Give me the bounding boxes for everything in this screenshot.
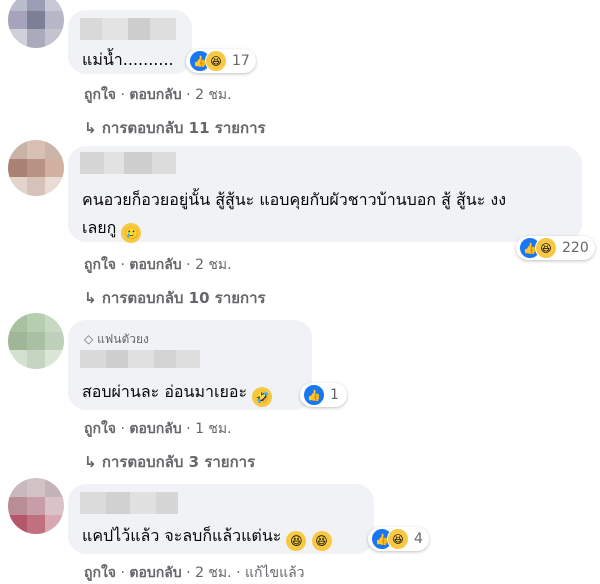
reply-arrow-icon: ↳ [84,119,97,137]
comment-actions: ถูกใจ · ตอบกลับ · 2 ชม. [84,84,232,106]
separator: · [186,257,191,273]
commenter-avatar[interactable] [8,478,64,534]
commenter-name[interactable] [80,492,178,514]
comment-text-line-1: คนอวยก็อวยอยู่นั้น สู้สู้นะ แอบคุยกับผัว… [82,190,507,209]
edited-label: แก้ไขแล้ว [244,565,305,581]
like-button[interactable]: ถูกใจ [84,565,116,581]
comment-actions: ถูกใจ · ตอบกลับ · 2 ชม. · แก้ไขแล้ว [84,562,305,584]
reaction-summary[interactable]: 👍 1 [300,383,347,407]
comment-time[interactable]: 2 ชม. [195,87,232,103]
commenter-name[interactable] [80,350,200,368]
reply-button[interactable]: ตอบกลับ [129,421,181,437]
rolling-laughing-icon: 🤣 [252,387,273,407]
view-replies-link[interactable]: ↳ การตอบกลับ 11 รายการ [84,116,266,140]
commenter-avatar[interactable] [8,0,64,48]
reaction-count: 1 [330,387,339,403]
reply-arrow-icon: ↳ [84,453,97,471]
comment-actions: ถูกใจ · ตอบกลับ · 2 ชม. [84,254,232,276]
grinning-squint-icon: 😆 [286,531,307,551]
comment-text-line: แคปไว้แล้ว จะลบก็แล้วแต่นะ 😆 😆 [82,522,332,551]
haha-reaction-icon: 😆 [387,528,409,550]
fan-badge: ◇ แฟนตัวยง [84,330,149,349]
comment-text-line-2: เลยกู 🥲 [82,214,142,243]
badge-label: แฟนตัวยง [97,332,149,346]
comment-actions: ถูกใจ · ตอบกลับ · 1 ชม. [84,418,232,440]
comment-time[interactable]: 1 ชม. [195,421,232,437]
comment-text: แคปไว้แล้ว จะลบก็แล้วแต่นะ [82,526,282,545]
reply-button[interactable]: ตอบกลับ [129,87,181,103]
reply-arrow-icon: ↳ [84,289,97,307]
comment-text: เลยกู [82,218,117,237]
separator: · [186,565,191,581]
commenter-avatar[interactable] [8,140,64,196]
commenter-avatar[interactable] [8,313,64,369]
diamond-badge-icon: ◇ [84,332,94,346]
reaction-count: 220 [562,240,589,256]
reaction-summary[interactable]: 👍 😆 4 [368,527,429,551]
separator: · [186,421,191,437]
separator: · [120,87,125,103]
replies-label: การตอบกลับ 11 รายการ [101,119,266,137]
replies-label: การตอบกลับ 10 รายการ [101,289,266,307]
comment-text: สอบผ่านละ อ่อนมาเยอะ [82,382,248,401]
reply-button[interactable]: ตอบกลับ [129,565,181,581]
reaction-count: 17 [232,53,250,69]
comment-time[interactable]: 2 ชม. [195,565,232,581]
like-button[interactable]: ถูกใจ [84,257,116,273]
haha-reaction-icon: 😆 [205,50,227,72]
reaction-count: 4 [414,531,423,547]
haha-reaction-icon: 😆 [535,237,557,259]
like-button[interactable]: ถูกใจ [84,421,116,437]
view-replies-link[interactable]: ↳ การตอบกลับ 10 รายการ [84,286,266,310]
commenter-name[interactable] [80,152,176,174]
reaction-summary[interactable]: 👍 😆 220 [516,236,595,260]
comment-text-line: สอบผ่านละ อ่อนมาเยอะ 🤣 [82,378,273,407]
commenter-name[interactable] [80,18,176,40]
replies-label: การตอบกลับ 3 รายการ [101,453,256,471]
like-button[interactable]: ถูกใจ [84,87,116,103]
separator: · [120,565,125,581]
separator: · [120,421,125,437]
like-reaction-icon: 👍 [303,384,325,406]
crying-face-icon: 🥲 [121,223,142,243]
separator: · [236,565,241,581]
comment-text: แม่น้ำ.......... [82,50,174,69]
comment-time[interactable]: 2 ชม. [195,257,232,273]
grinning-squint-icon: 😆 [311,531,332,551]
reply-button[interactable]: ตอบกลับ [129,257,181,273]
separator: · [186,87,191,103]
view-replies-link[interactable]: ↳ การตอบกลับ 3 รายการ [84,450,255,474]
reaction-summary[interactable]: 👍 😆 17 [186,49,256,73]
separator: · [120,257,125,273]
